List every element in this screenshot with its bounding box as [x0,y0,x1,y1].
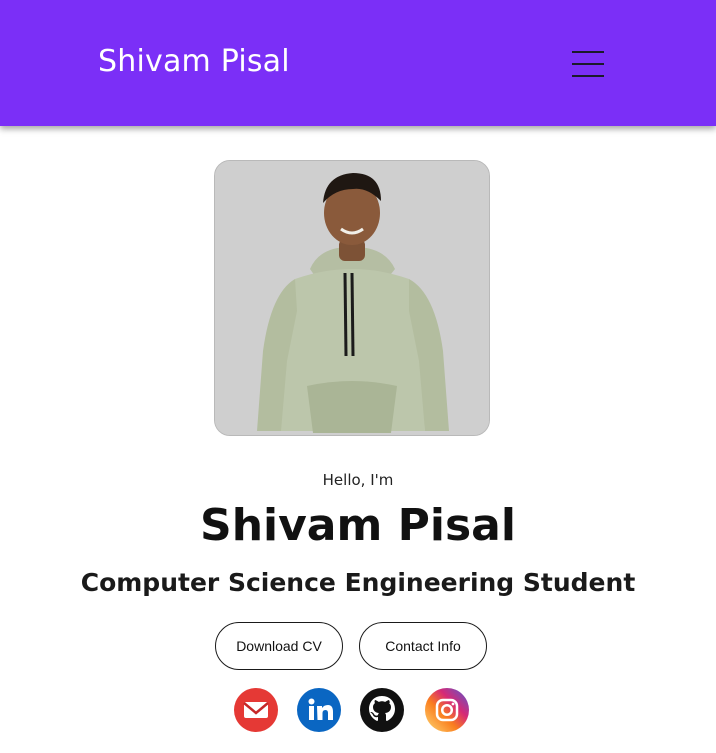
email-icon[interactable] [233,687,279,733]
person-illustration [215,161,489,435]
navbar: Shivam Pisal [0,0,716,126]
site-brand[interactable]: Shivam Pisal [98,44,290,79]
hero-name: Shivam Pisal [200,500,516,551]
menu-line [572,63,604,65]
greeting-text: Hello, I'm [322,471,394,489]
profile-photo [214,160,490,436]
contact-info-button[interactable]: Contact Info [359,622,487,670]
download-cv-button[interactable]: Download CV [215,622,343,670]
hero-subtitle: Computer Science Engineering Student [80,568,636,597]
menu-line [572,75,604,77]
linkedin-icon[interactable] [296,687,342,733]
instagram-icon[interactable] [424,687,470,733]
menu-line [572,51,604,53]
hamburger-menu-icon[interactable] [570,48,606,80]
github-icon[interactable] [359,687,405,733]
